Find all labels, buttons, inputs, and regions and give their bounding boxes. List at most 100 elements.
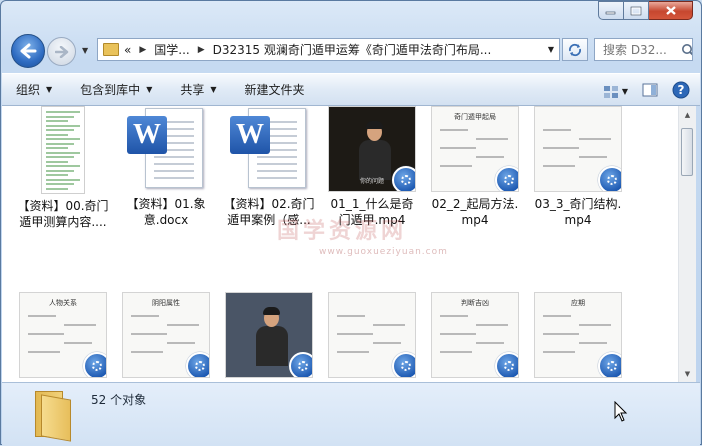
mouse-cursor-icon <box>614 401 628 422</box>
search-input[interactable] <box>601 41 681 58</box>
file-name-line: mp4 <box>461 213 489 227</box>
file-list[interactable]: 【资料】00.奇门 遁甲测算内容.... W 【资料】01.象 意.docx W 【资料】0… <box>2 106 678 382</box>
video-file-thumbnail: 阴阳属性 <box>115 292 217 378</box>
file-name: 【资料】02.奇门 遁甲案例（感... <box>218 196 320 228</box>
file-name-line: 遁甲案例（感... <box>227 213 311 227</box>
scroll-thumb[interactable] <box>681 128 693 176</box>
file-item[interactable]: 03_3_奇门结构. mp4 <box>527 106 629 228</box>
breadcrumb-item-current[interactable]: D32315 观澜奇门遁甲运筹《奇门遁甲法奇门布局... <box>213 41 492 58</box>
new-folder-button[interactable]: 新建文件夹 <box>231 74 319 105</box>
back-button[interactable] <box>11 34 45 68</box>
search-icon[interactable] <box>681 43 692 57</box>
file-item[interactable]: 人物关系04_4_人物关系.mp4 <box>12 292 114 382</box>
file-name-line: 03_3_奇门结构. <box>534 197 622 211</box>
file-item[interactable]: 应期09_9_判断应期.mp4 <box>527 292 629 382</box>
view-controls: ▼ ? <box>603 81 690 102</box>
word-document-icon: W <box>115 106 217 192</box>
file-item[interactable]: W 【资料】01.象 意.docx <box>115 106 217 228</box>
recent-pages-dropdown[interactable]: ▼ <box>82 46 88 55</box>
folder-icon <box>31 391 71 442</box>
media-player-badge-icon <box>598 166 621 191</box>
folder-icon <box>103 43 119 56</box>
video-file-thumbnail: 奇门遁甲起局 <box>424 106 526 192</box>
vertical-scrollbar[interactable]: ▲ ▼ <box>678 106 696 382</box>
scroll-down-arrow-icon[interactable]: ▼ <box>679 365 696 382</box>
media-player-badge-icon <box>598 352 621 377</box>
explorer-window: ▼ « ▶ 国学... ▶ D32315 观澜奇门遁甲运筹《奇门遁甲法奇门布局.… <box>0 0 702 446</box>
file-name-line: 01_1_什么是奇 <box>330 197 414 211</box>
minimize-icon <box>605 11 616 14</box>
file-item[interactable]: W 【资料】02.奇门 遁甲案例（感... <box>218 106 320 228</box>
organize-label: 组织 <box>16 83 41 97</box>
refresh-icon <box>568 43 582 56</box>
file-item[interactable]: 你的问题 01_1_什么是奇 门遁甲.mp4 <box>321 106 423 228</box>
file-name-line: 门遁甲.mp4 <box>338 213 406 227</box>
dropdown-arrow-icon: ▼ <box>46 85 53 94</box>
view-grid-icon <box>603 85 618 98</box>
preview-pane-button[interactable] <box>642 83 658 100</box>
dropdown-arrow-icon: ▼ <box>621 87 628 96</box>
file-item[interactable]: 阴阳属性05_5_阴阳旺衰.mp4 <box>115 292 217 382</box>
close-icon <box>665 6 676 15</box>
file-item[interactable]: 06_6_全息理论（核心）.mp4 <box>218 292 320 382</box>
include-library-label: 包含到库中 <box>80 83 141 97</box>
breadcrumb-overflow[interactable]: « <box>124 43 131 57</box>
file-name-line: 遁甲测算内容.... <box>19 215 107 229</box>
address-bar[interactable]: « ▶ 国学... ▶ D32315 观澜奇门遁甲运筹《奇门遁甲法奇门布局...… <box>97 38 560 61</box>
video-file-thumbnail <box>527 106 629 192</box>
refresh-button[interactable] <box>562 38 588 61</box>
forward-arrow-icon <box>54 45 68 58</box>
forward-button[interactable] <box>47 37 76 66</box>
file-item[interactable]: 07_7_读象方法.mp4 <box>321 292 423 382</box>
file-item[interactable]: 奇门遁甲起局 02_2_起局方法. mp4 <box>424 106 526 228</box>
file-item[interactable]: 判断吉凶08_8_判断吉凶.mp4 <box>424 292 526 382</box>
media-player-badge-icon <box>495 166 518 191</box>
file-item[interactable]: 【资料】00.奇门 遁甲测算内容.... <box>12 106 114 230</box>
video-file-thumbnail: 你的问题 <box>321 106 423 192</box>
change-view-button[interactable]: ▼ <box>603 85 628 99</box>
minimize-button[interactable] <box>598 1 624 20</box>
word-document-icon: W <box>218 106 320 192</box>
preview-pane-icon <box>642 83 658 97</box>
dropdown-arrow-icon: ▼ <box>146 85 153 94</box>
media-player-badge-icon <box>392 166 415 191</box>
dropdown-arrow-icon: ▼ <box>210 85 217 94</box>
share-label: 共享 <box>180 83 205 97</box>
image-file-icon <box>12 106 114 194</box>
media-player-badge-icon <box>495 352 518 377</box>
video-file-thumbnail <box>321 292 423 378</box>
window-caption-buttons <box>598 1 693 20</box>
include-in-library-menu[interactable]: 包含到库中 ▼ <box>66 74 166 105</box>
command-bar: 组织 ▼ 包含到库中 ▼ 共享 ▼ 新建文件夹 ▼ ? <box>2 73 700 106</box>
file-name-line: 【资料】00.奇门 <box>17 199 109 213</box>
file-name-line: 意.docx <box>143 213 189 227</box>
file-name-line: 【资料】01.象 <box>126 197 206 211</box>
chevron-right-icon[interactable]: ▶ <box>139 45 146 55</box>
media-player-badge-icon <box>83 352 106 377</box>
file-name-line: 02_2_起局方法. <box>431 197 519 211</box>
help-button[interactable]: ? <box>672 81 690 102</box>
file-name: 【资料】00.奇门 遁甲测算内容.... <box>12 198 114 230</box>
address-dropdown[interactable]: ▼ <box>543 45 559 54</box>
video-file-thumbnail: 人物关系 <box>12 292 114 378</box>
breadcrumb-item[interactable]: 国学... <box>154 41 189 58</box>
video-file-thumbnail: 应期 <box>527 292 629 378</box>
share-menu[interactable]: 共享 ▼ <box>166 74 230 105</box>
media-player-badge-icon <box>392 352 415 377</box>
media-player-badge-icon <box>289 352 312 377</box>
back-arrow-icon <box>20 43 37 59</box>
file-name: 01_1_什么是奇 门遁甲.mp4 <box>321 196 423 228</box>
close-button[interactable] <box>649 1 693 20</box>
media-player-badge-icon <box>186 352 209 377</box>
search-box[interactable] <box>594 38 693 61</box>
file-name-line: mp4 <box>564 213 592 227</box>
file-name: 【资料】01.象 意.docx <box>115 196 217 228</box>
organize-menu[interactable]: 组织 ▼ <box>2 74 66 105</box>
file-name: 03_3_奇门结构. mp4 <box>527 196 629 228</box>
file-name: 02_2_起局方法. mp4 <box>424 196 526 228</box>
maximize-button[interactable] <box>624 1 649 20</box>
file-name-line: 【资料】02.奇门 <box>223 197 315 211</box>
breadcrumb: « ▶ 国学... ▶ D32315 观澜奇门遁甲运筹《奇门遁甲法奇门布局... <box>98 41 543 58</box>
scroll-up-arrow-icon[interactable]: ▲ <box>679 106 696 123</box>
chevron-right-icon[interactable]: ▶ <box>198 45 205 55</box>
